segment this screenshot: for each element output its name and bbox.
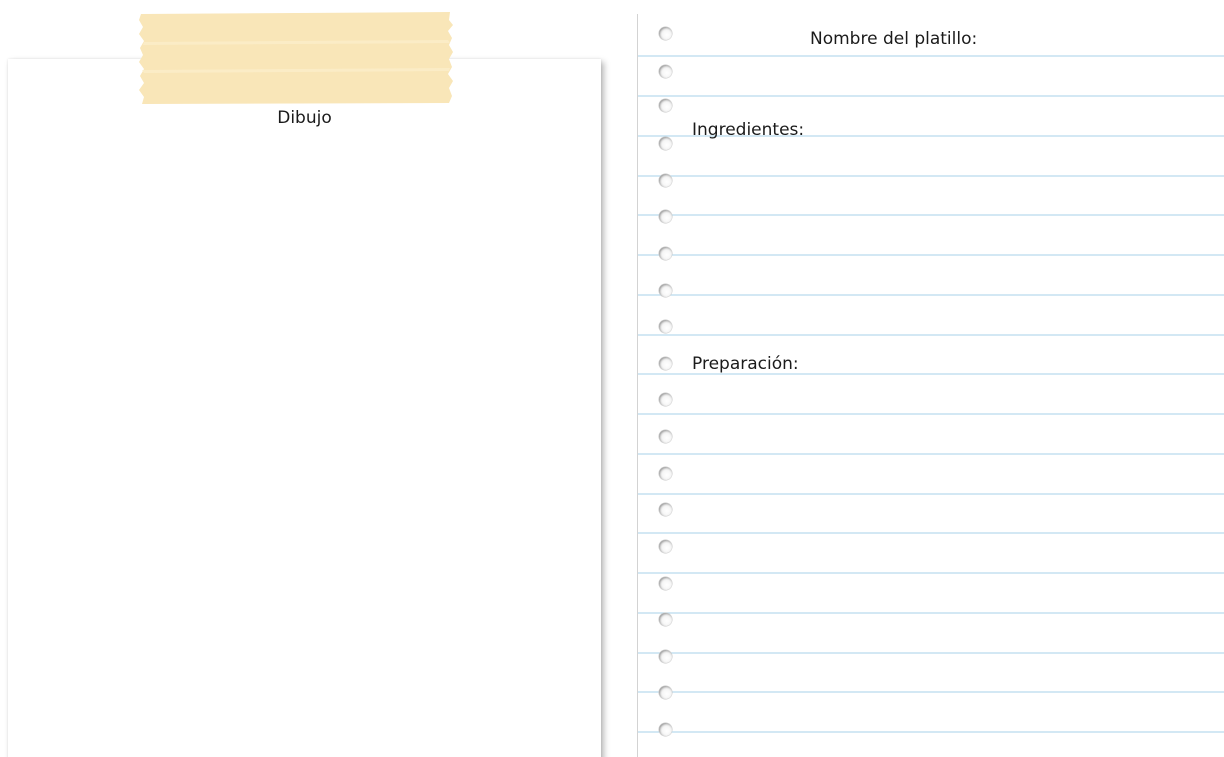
binder-hole <box>659 99 672 112</box>
binder-hole <box>659 210 672 223</box>
drawing-card: Dibujo <box>8 59 601 757</box>
binder-hole <box>659 503 672 516</box>
preparation-label: Preparación: <box>692 354 799 374</box>
binder-hole <box>659 393 672 406</box>
masking-tape <box>139 12 453 104</box>
binder-hole <box>659 174 672 187</box>
notebook-page: Nombre del platillo: Ingredientes: Prepa… <box>637 14 1224 757</box>
recipe-sheet: Dibujo Nombre del platillo: Ingredientes… <box>0 0 1224 757</box>
binder-hole <box>659 467 672 480</box>
binder-hole <box>659 723 672 736</box>
binder-hole <box>659 357 672 370</box>
binder-hole <box>659 613 672 626</box>
binder-hole <box>659 65 672 78</box>
binder-hole <box>659 686 672 699</box>
binder-hole <box>659 577 672 590</box>
binder-hole <box>659 320 672 333</box>
ingredients-label: Ingredientes: <box>692 120 805 140</box>
binder-hole <box>659 137 672 150</box>
dish-name-label: Nombre del platillo: <box>810 29 978 49</box>
drawing-label: Dibujo <box>277 108 332 128</box>
binder-hole <box>659 430 672 443</box>
binder-hole <box>659 650 672 663</box>
binder-hole <box>659 540 672 553</box>
binder-hole <box>659 247 672 260</box>
binder-hole <box>659 284 672 297</box>
binder-hole <box>659 27 672 40</box>
